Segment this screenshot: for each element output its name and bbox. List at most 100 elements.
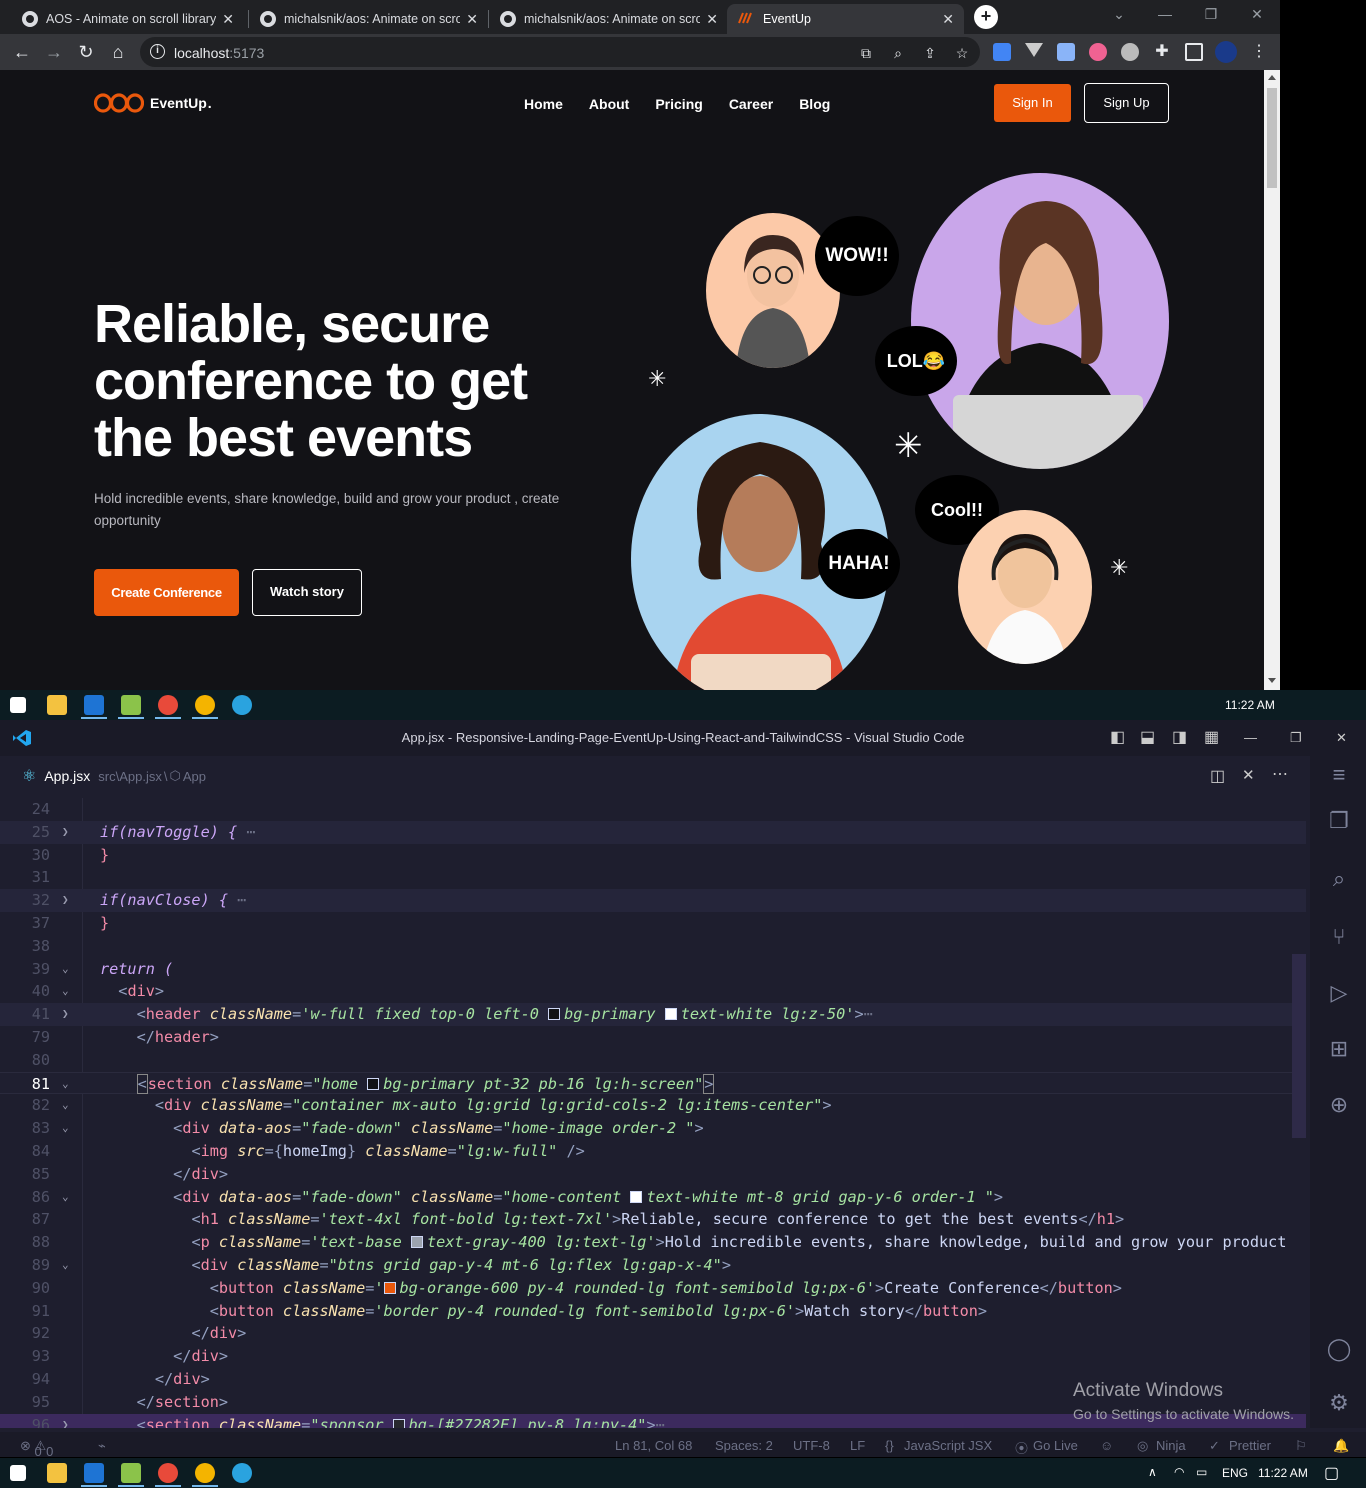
profile-avatar[interactable] (1215, 41, 1237, 63)
fold-chevron-icon[interactable]: ⌄ (62, 1254, 69, 1277)
ninja-status[interactable]: Ninja (1156, 1438, 1186, 1453)
tab-app-jsx[interactable]: ⚛ App.jsx src\App.jsx \ ⬡ App (22, 766, 206, 786)
problems-status[interactable]: ⊗ 0 ⚠ 0 (20, 1438, 53, 1459)
nav-blog[interactable]: Blog (799, 96, 830, 112)
nav-career[interactable]: Career (729, 96, 773, 112)
eol-status[interactable]: LF (850, 1438, 865, 1453)
language-mode[interactable]: JavaScript JSX (904, 1438, 992, 1453)
fold-chevron-icon[interactable]: ❯ (62, 821, 69, 844)
menu-kebab-icon[interactable]: ⋮ (1250, 43, 1268, 61)
chrome-profile-taskbar-icon[interactable] (195, 1463, 215, 1483)
breadcrumb-path[interactable]: src\App.jsx (98, 769, 162, 784)
fold-chevron-icon[interactable]: ⌄ (62, 1186, 69, 1209)
close-window-icon[interactable]: ✕ (1336, 720, 1347, 756)
tray-chevron-icon[interactable]: ∧ (1148, 1465, 1157, 1479)
vue-devtools-icon[interactable] (1025, 43, 1043, 57)
share-icon[interactable]: ⇪ (922, 45, 938, 61)
close-editor-icon[interactable]: ✕ (1242, 766, 1255, 784)
telegram-taskbar-icon[interactable] (232, 1463, 252, 1483)
clock[interactable]: 11:22 AM (1258, 1466, 1308, 1480)
minimize-icon[interactable]: — (1244, 720, 1257, 756)
scroll-up-icon[interactable] (1268, 75, 1276, 80)
nav-about[interactable]: About (589, 96, 629, 112)
indentation-status[interactable]: Spaces: 2 (715, 1438, 773, 1453)
extension-doc-icon[interactable] (1057, 43, 1075, 61)
toggle-panel-icon[interactable]: ⬓ (1140, 720, 1155, 756)
windows-start-icon[interactable] (10, 1465, 26, 1481)
close-tab-icon[interactable]: ✕ (706, 11, 718, 28)
fold-chevron-icon[interactable]: ⌄ (62, 1117, 69, 1140)
settings-extension-icon[interactable] (1121, 43, 1139, 61)
file-explorer-icon[interactable] (47, 1463, 67, 1483)
fold-chevron-icon[interactable]: ❯ (62, 1414, 69, 1428)
open-in-app-icon[interactable]: ⧉ (858, 45, 874, 61)
fold-chevron-icon[interactable]: ⌄ (62, 1094, 69, 1117)
chrome-taskbar-icon[interactable] (158, 1463, 178, 1483)
sign-in-button[interactable]: Sign In (994, 84, 1071, 122)
home-icon[interactable]: ⌂ (106, 40, 130, 64)
action-center-icon[interactable]: ▢ (1324, 1463, 1339, 1483)
close-window-icon[interactable]: ✕ (1234, 0, 1280, 30)
zoom-icon[interactable]: ⌕ (890, 45, 906, 61)
file-explorer-icon[interactable] (47, 695, 67, 715)
page-scrollbar[interactable] (1264, 70, 1280, 690)
close-tab-icon[interactable]: ✕ (466, 11, 478, 28)
chrome-taskbar-icon[interactable] (158, 695, 178, 715)
media-player-icon[interactable] (121, 1463, 141, 1483)
back-icon[interactable]: ← (10, 40, 34, 64)
menu-icon[interactable]: ≡ (1326, 762, 1352, 788)
extensions-puzzle-icon[interactable]: ✚ (1153, 43, 1171, 61)
minimize-icon[interactable]: — (1142, 0, 1188, 30)
clock[interactable]: 11:22 AM (1225, 698, 1275, 712)
tab-search-icon[interactable]: ⌄ (1096, 0, 1142, 30)
toggle-secondary-sidebar-icon[interactable]: ◨ (1172, 720, 1187, 756)
color-picker-extension-icon[interactable] (1089, 43, 1107, 61)
wifi-icon[interactable]: ◠ (1174, 1465, 1184, 1479)
site-info-icon[interactable]: i (150, 44, 165, 59)
more-actions-icon[interactable]: ⋯ (1272, 764, 1288, 784)
close-tab-icon[interactable]: ✕ (222, 11, 234, 28)
new-tab-button[interactable]: + (974, 5, 998, 29)
translate-extension-icon[interactable] (993, 43, 1011, 61)
explorer-icon[interactable]: ❐ (1326, 808, 1352, 834)
account-icon[interactable]: ◯ (1326, 1336, 1352, 1362)
side-panel-icon[interactable] (1185, 43, 1203, 61)
language-indicator[interactable]: ENG (1222, 1466, 1248, 1480)
browser-tab-eventup[interactable]: EventUp ✕ (727, 4, 964, 34)
forward-icon[interactable]: → (42, 40, 66, 64)
toggle-sidebar-icon[interactable]: ◧ (1110, 720, 1125, 756)
split-editor-icon[interactable]: ◫ (1210, 766, 1225, 786)
prettier-status[interactable]: Prettier (1229, 1438, 1271, 1453)
customize-layout-icon[interactable]: ▦ (1204, 720, 1219, 756)
vscode-taskbar-icon[interactable] (84, 695, 104, 715)
reload-icon[interactable]: ↻ (74, 40, 98, 64)
extensions-icon[interactable]: ⊞ (1326, 1036, 1352, 1062)
fold-chevron-icon[interactable]: ⌄ (62, 1073, 69, 1096)
remote-icon[interactable]: ⌁ (98, 1438, 106, 1454)
address-bar[interactable]: i localhost:5173 ⧉ ⌕ ⇪ ☆ (140, 37, 980, 67)
settings-gear-icon[interactable]: ⚙ (1326, 1390, 1352, 1416)
close-tab-icon[interactable]: ✕ (942, 11, 954, 28)
fold-chevron-icon[interactable]: ❯ (62, 1003, 69, 1026)
search-icon[interactable]: ⌕ (1326, 866, 1352, 892)
fold-chevron-icon[interactable]: ❯ (62, 889, 69, 912)
create-conference-button[interactable]: Create Conference (94, 569, 239, 616)
nav-pricing[interactable]: Pricing (655, 96, 702, 112)
telegram-taskbar-icon[interactable] (232, 695, 252, 715)
copilot-icon[interactable]: ☺ (1100, 1438, 1113, 1453)
fold-chevron-icon[interactable]: ⌄ (62, 980, 69, 1003)
go-live-button[interactable]: Go Live (1033, 1438, 1078, 1453)
cursor-position[interactable]: Ln 81, Col 68 (615, 1438, 692, 1453)
restore-icon[interactable]: ❐ (1188, 0, 1234, 30)
breadcrumb-symbol[interactable]: App (183, 769, 206, 784)
source-control-icon[interactable]: ⑂ (1326, 924, 1352, 950)
fold-chevron-icon[interactable]: ⌄ (62, 958, 69, 981)
restore-icon[interactable]: ❐ (1290, 720, 1302, 756)
nav-home[interactable]: Home (524, 96, 563, 112)
battery-icon[interactable]: ▭ (1196, 1465, 1207, 1479)
site-logo[interactable]: EventUp. (94, 92, 212, 114)
editor-scrollbar[interactable] (1292, 954, 1306, 1138)
run-debug-icon[interactable]: ▷ (1326, 980, 1352, 1006)
notifications-bell-icon[interactable]: 🔔 (1333, 1438, 1349, 1454)
windows-start-icon[interactable] (10, 697, 26, 713)
